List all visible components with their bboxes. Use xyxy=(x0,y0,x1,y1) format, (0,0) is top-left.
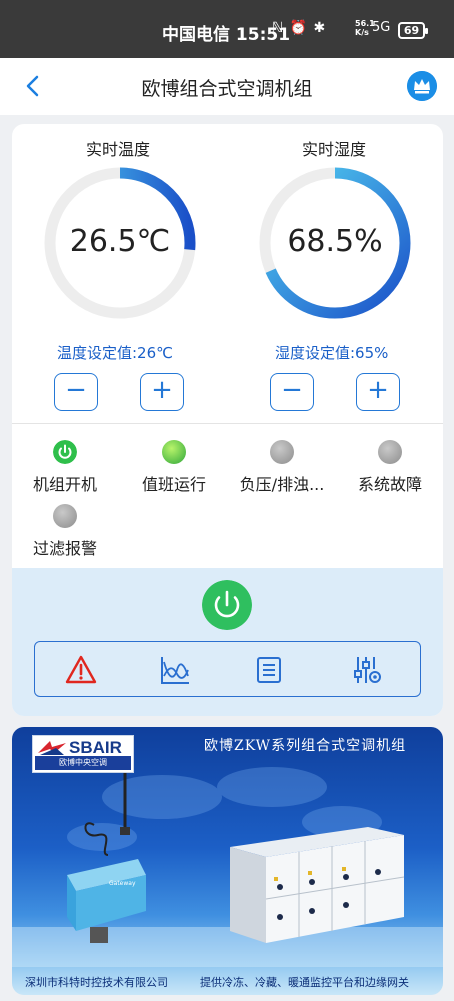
gray-indicator-icon xyxy=(53,504,77,528)
gray-indicator-icon xyxy=(378,440,402,464)
status-duty-run: 值班运行 xyxy=(124,440,224,495)
status-label: 值班运行 xyxy=(141,475,206,494)
status-label: 过滤报警 xyxy=(32,539,97,558)
power-on-indicator-icon xyxy=(53,440,77,464)
status-icons: ℕ ⏰ ✱ xyxy=(272,20,327,36)
gray-indicator-icon xyxy=(270,440,294,464)
carrier-time: 中国电信 15:51 xyxy=(162,25,291,45)
green-indicator-icon xyxy=(162,440,186,464)
status-label: 负压/排浊... xyxy=(239,475,325,494)
status-negative-pressure: 负压/排浊... xyxy=(232,440,332,495)
temperature-increase-button[interactable]: + xyxy=(140,373,184,411)
banner-title: 欧博ZKW系列组合式空调机组 xyxy=(204,738,407,754)
battery-icon: 69 xyxy=(398,22,428,39)
temperature-value: 26.5℃ xyxy=(69,224,171,259)
function-toolbar xyxy=(34,641,421,697)
temperature-label: 实时温度 xyxy=(86,140,151,159)
humidity-label: 实时湿度 xyxy=(302,140,367,159)
logo-wordmark: SBAIR xyxy=(69,738,122,757)
status-unit-on: 机组开机 xyxy=(15,440,115,495)
trend-chart-icon[interactable] xyxy=(159,654,191,686)
settings-sliders-icon[interactable] xyxy=(351,654,383,686)
status-system-fault: 系统故障 xyxy=(340,440,440,495)
humidity-setpoint: 湿度设定值:65% xyxy=(275,344,389,362)
system-status-bar: 中国电信 15:51 ℕ ⏰ ✱ 56.1 K/s 5G 69 xyxy=(0,0,454,58)
page-title: 欧博组合式空调机组 xyxy=(141,78,313,100)
power-button[interactable] xyxy=(202,580,252,630)
banner-slogan: 提供冷冻、冷藏、暖通监控平台和边缘网关 xyxy=(200,976,409,989)
promo-banner[interactable]: Gateway SBAIR 欧博中央空调 欧博ZKW系列组合式空调机组 深圳市科… xyxy=(12,727,443,995)
signal-icon: 5G xyxy=(372,20,391,35)
divider xyxy=(12,423,443,424)
control-panel xyxy=(12,568,443,716)
app-header: 欧博组合式空调机组 xyxy=(0,58,454,115)
svg-text:Gateway: Gateway xyxy=(109,880,136,887)
status-label: 机组开机 xyxy=(32,475,97,494)
control-card: 实时温度 26.5℃ 温度设定值:26℃ − + 实时湿度 68.5% 湿度设定… xyxy=(12,124,443,716)
logo-subtitle: 欧博中央空调 xyxy=(35,756,131,770)
temperature-decrease-button[interactable]: − xyxy=(54,373,98,411)
brand-logo: SBAIR 欧博中央空调 xyxy=(32,735,134,773)
list-icon[interactable] xyxy=(253,654,285,686)
banner-company: 深圳市科特时控技术有限公司 xyxy=(25,976,168,989)
status-filter-alarm: 过滤报警 xyxy=(15,504,115,559)
crown-icon[interactable] xyxy=(407,71,437,101)
humidity-value: 68.5% xyxy=(287,224,383,259)
status-label: 系统故障 xyxy=(357,475,422,494)
humidity-increase-button[interactable]: + xyxy=(356,373,400,411)
temperature-setpoint: 温度设定值:26℃ xyxy=(57,344,173,362)
alarm-icon[interactable] xyxy=(65,654,97,686)
humidity-decrease-button[interactable]: − xyxy=(270,373,314,411)
logo-mark-icon xyxy=(38,741,66,755)
